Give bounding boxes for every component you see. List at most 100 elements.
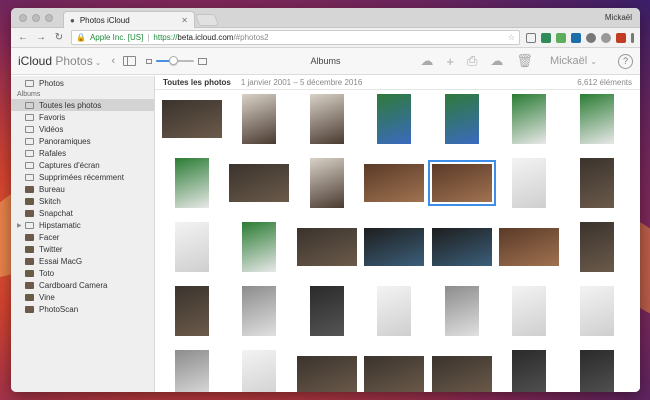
photo-thumbnail[interactable] <box>377 94 412 144</box>
photo-thumbnail[interactable] <box>309 94 344 144</box>
add-icon[interactable]: + <box>446 54 454 69</box>
sidebar-item[interactable]: Skitch <box>11 195 154 207</box>
cast-icon[interactable] <box>526 32 536 43</box>
photo-thumbnail[interactable] <box>444 286 479 336</box>
photo-thumbnail[interactable] <box>512 94 547 144</box>
url-host: beta.icloud.com <box>177 33 234 42</box>
photo-thumbnail[interactable] <box>431 228 492 266</box>
sidebar-item[interactable]: Essai MacG <box>11 255 154 267</box>
sidebar-item[interactable]: Captures d'écran <box>11 159 154 171</box>
photo-thumbnail[interactable] <box>579 94 614 144</box>
menu-icon[interactable] <box>631 32 634 43</box>
photo-thumbnail[interactable] <box>242 94 277 144</box>
extension-icon[interactable] <box>556 32 566 43</box>
zoom-slider[interactable] <box>156 56 195 65</box>
sidebar-item[interactable]: Bureau <box>11 183 154 195</box>
photo-thumbnail[interactable] <box>242 350 277 392</box>
extension-icon[interactable] <box>571 32 581 43</box>
photo-thumbnail[interactable] <box>174 158 209 208</box>
extension-icon[interactable] <box>586 32 596 43</box>
back-chevron-icon[interactable]: ‹ <box>111 55 115 67</box>
sidebar-item[interactable]: ▶ Hipstamatic <box>11 219 154 231</box>
photo-thumbnail[interactable] <box>174 350 209 392</box>
sidebar-item[interactable]: Snapchat <box>11 207 154 219</box>
sidebar-item-label: Cardboard Camera <box>39 280 108 290</box>
photo-thumbnail[interactable] <box>512 158 547 208</box>
bookmark-star-icon[interactable]: ☆ <box>508 33 515 42</box>
close-window-button[interactable] <box>19 14 27 22</box>
tab-strip: ● Photos iCloud ✕ Mickaël <box>11 8 640 28</box>
photo-thumbnail[interactable] <box>174 286 209 336</box>
photo-thumbnail[interactable] <box>229 164 290 202</box>
photo-thumbnail[interactable] <box>161 100 222 138</box>
sidebar-item[interactable]: Vine <box>11 291 154 303</box>
sidebar-item[interactable]: Panoramiques <box>11 135 154 147</box>
back-arrow-icon[interactable]: ← <box>17 32 29 43</box>
sidebar-item[interactable]: Toutes les photos <box>11 99 154 111</box>
sidebar-item[interactable]: PhotoScan <box>11 303 154 315</box>
zoom-window-button[interactable] <box>45 14 53 22</box>
sidebar-item[interactable]: Toto <box>11 267 154 279</box>
photo-thumbnail[interactable] <box>309 158 344 208</box>
download-icon[interactable]: ☁ <box>490 53 503 69</box>
tab-title: Photos iCloud <box>79 15 130 25</box>
disclosure-triangle-icon[interactable]: ▶ <box>17 222 22 229</box>
sidebar-item[interactable]: Twitter <box>11 243 154 255</box>
photo-thumbnail[interactable] <box>579 158 614 208</box>
zoom-slider-knob[interactable] <box>169 56 179 65</box>
sidebar-item[interactable]: Favoris <box>11 111 154 123</box>
sidebar-item[interactable]: Facer <box>11 231 154 243</box>
sidebar-item[interactable]: Rafales <box>11 147 154 159</box>
extension-icon[interactable] <box>541 32 551 43</box>
zoom-out-icon[interactable] <box>146 58 153 64</box>
zoom-in-icon[interactable] <box>198 57 208 65</box>
sidebar-item[interactable]: Supprimées récemment <box>11 171 154 183</box>
photo-thumbnail[interactable] <box>364 356 425 392</box>
photos-icon <box>25 79 34 87</box>
minimize-window-button[interactable] <box>32 14 40 22</box>
reload-icon[interactable]: ↻ <box>53 32 65 43</box>
forward-arrow-icon[interactable]: → <box>35 32 47 43</box>
browser-tab[interactable]: ● Photos iCloud ✕ <box>63 11 195 28</box>
divider: | <box>147 33 150 42</box>
url-text: https://beta.icloud.com/#photos2 <box>153 33 268 42</box>
new-tab-button[interactable] <box>194 14 220 26</box>
address-bar[interactable]: 🔒 Apple Inc. [US] | https://beta.icloud.… <box>71 30 520 45</box>
photo-thumbnail[interactable] <box>174 222 209 272</box>
app-switcher[interactable]: iCloud Photos ⌄ <box>18 54 101 68</box>
photo-thumbnail[interactable] <box>499 228 560 266</box>
photo-thumbnail[interactable] <box>427 160 496 206</box>
photo-thumbnail[interactable] <box>444 94 479 144</box>
trash-icon[interactable]: 🗑 <box>516 53 533 69</box>
sidebar-item[interactable]: Photos <box>11 77 154 89</box>
sidebar-item-label: PhotoScan <box>39 304 79 314</box>
sidebar-item[interactable]: Vidéos <box>11 123 154 135</box>
share-icon[interactable]: ⎙ <box>467 53 477 69</box>
photo-thumbnail[interactable] <box>296 228 357 266</box>
all-photos-icon <box>25 101 34 109</box>
account-menu[interactable]: Mickaël ⌄ <box>550 55 597 67</box>
close-tab-icon[interactable]: ✕ <box>181 16 188 25</box>
photos-main: Photos Albums Toutes les photos Favoris Vidé… <box>11 76 640 392</box>
photo-thumbnail[interactable] <box>579 286 614 336</box>
upload-icon[interactable]: ☁ <box>420 53 433 69</box>
sidebar-item[interactable]: Cardboard Camera <box>11 279 154 291</box>
extension-icon[interactable] <box>616 32 626 43</box>
profile-name[interactable]: Mickaël <box>605 13 632 22</box>
browser-window: ● Photos iCloud ✕ Mickaël ← → ↻ 🔒 Apple … <box>11 8 640 392</box>
photo-thumbnail[interactable] <box>377 286 412 336</box>
photo-thumbnail[interactable] <box>579 350 614 392</box>
photo-thumbnail[interactable] <box>512 350 547 392</box>
sidebar-toggle-icon[interactable] <box>123 56 137 66</box>
photo-thumbnail[interactable] <box>296 356 357 392</box>
extension-icon[interactable] <box>601 32 611 43</box>
photo-thumbnail[interactable] <box>309 286 344 336</box>
photo-thumbnail[interactable] <box>364 164 425 202</box>
photo-thumbnail[interactable] <box>579 222 614 272</box>
photo-thumbnail[interactable] <box>431 356 492 392</box>
photo-thumbnail[interactable] <box>512 286 547 336</box>
photo-thumbnail[interactable] <box>364 228 425 266</box>
photo-thumbnail[interactable] <box>242 286 277 336</box>
help-icon[interactable]: ? <box>618 53 633 69</box>
photo-thumbnail[interactable] <box>242 222 277 272</box>
